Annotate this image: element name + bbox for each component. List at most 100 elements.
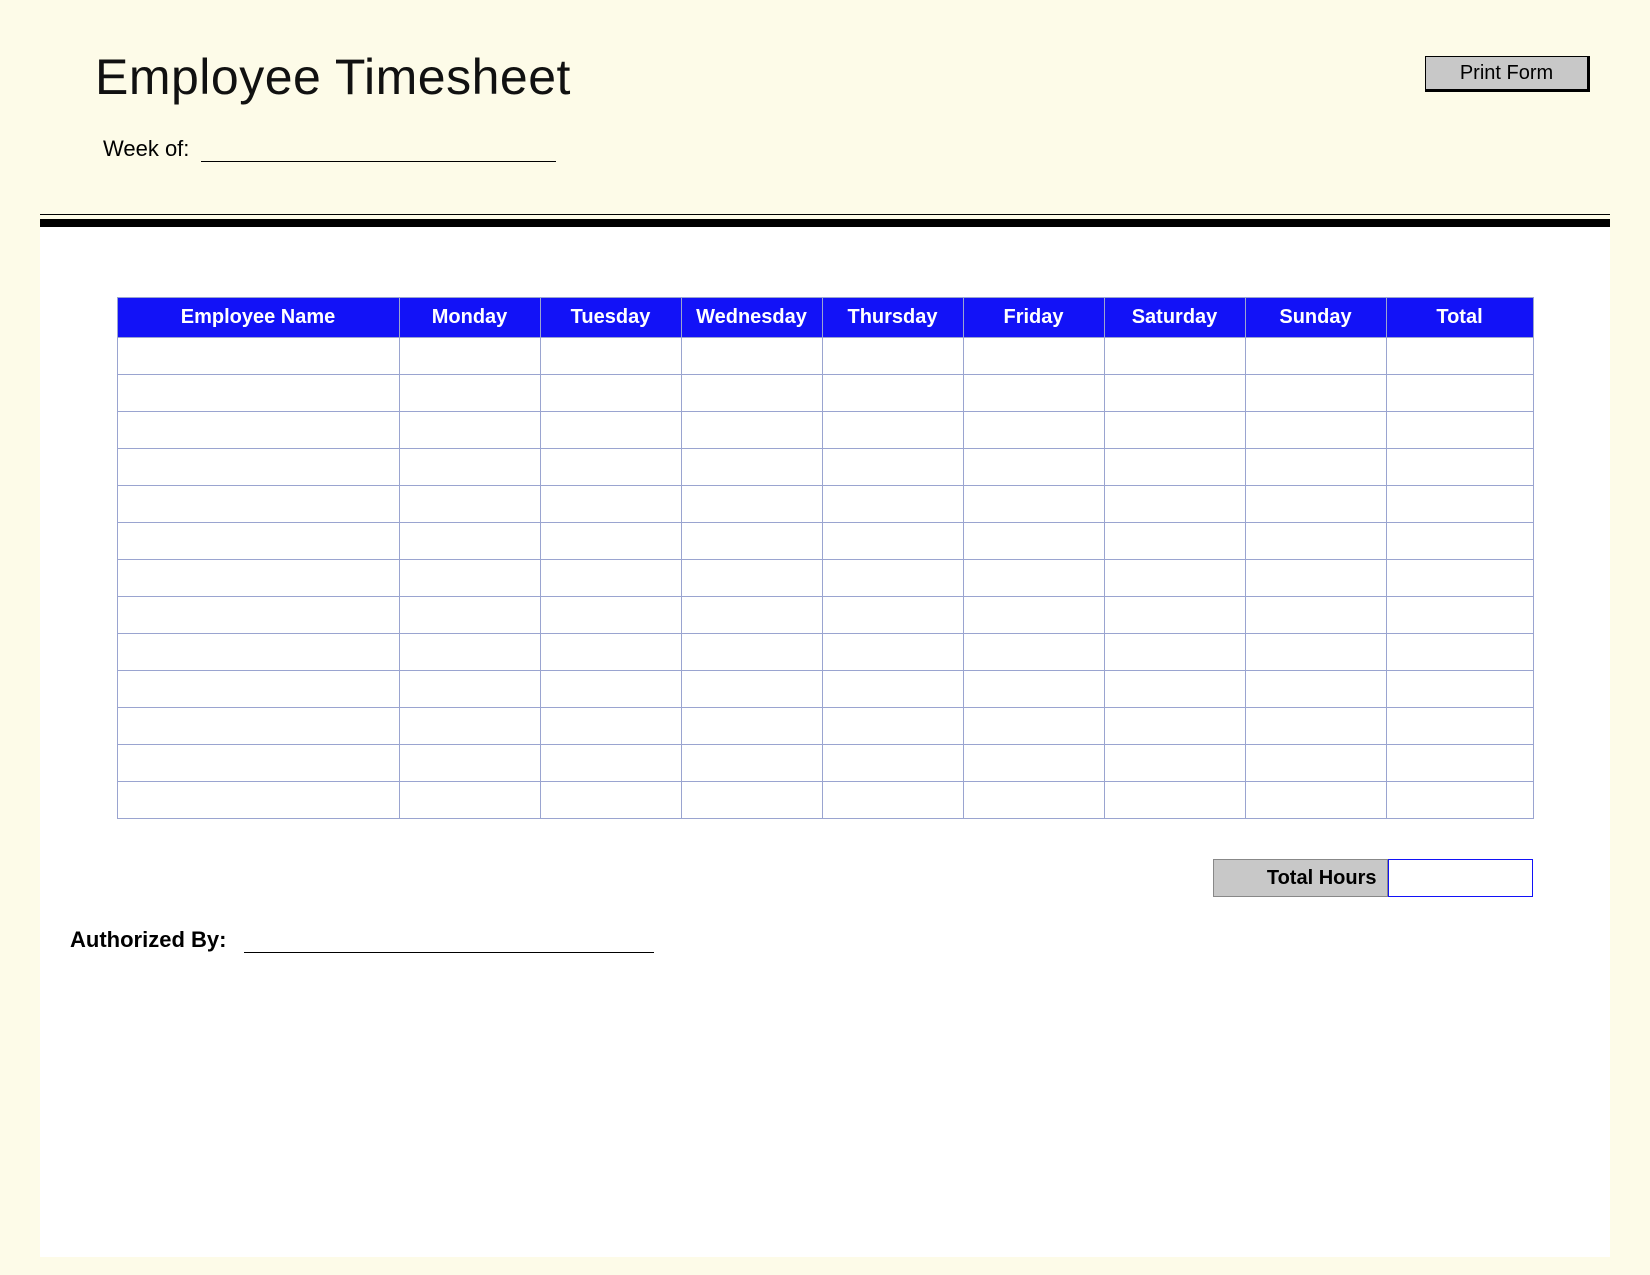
table-cell[interactable] xyxy=(963,486,1104,523)
table-cell[interactable] xyxy=(1245,486,1386,523)
table-cell[interactable] xyxy=(681,782,822,819)
table-cell[interactable] xyxy=(1245,338,1386,375)
table-cell[interactable] xyxy=(1104,671,1245,708)
table-cell[interactable] xyxy=(1386,745,1533,782)
table-cell[interactable] xyxy=(117,671,399,708)
table-cell[interactable] xyxy=(399,486,540,523)
table-cell[interactable] xyxy=(540,597,681,634)
table-cell[interactable] xyxy=(399,597,540,634)
table-cell[interactable] xyxy=(540,560,681,597)
table-cell[interactable] xyxy=(1104,449,1245,486)
table-cell[interactable] xyxy=(681,412,822,449)
table-cell[interactable] xyxy=(963,782,1104,819)
table-cell[interactable] xyxy=(117,338,399,375)
table-cell[interactable] xyxy=(963,412,1104,449)
table-cell[interactable] xyxy=(822,782,963,819)
table-cell[interactable] xyxy=(681,375,822,412)
table-cell[interactable] xyxy=(681,338,822,375)
table-cell[interactable] xyxy=(1104,523,1245,560)
table-cell[interactable] xyxy=(1104,338,1245,375)
table-cell[interactable] xyxy=(540,782,681,819)
table-cell[interactable] xyxy=(1104,708,1245,745)
table-cell[interactable] xyxy=(1245,449,1386,486)
table-cell[interactable] xyxy=(822,634,963,671)
table-cell[interactable] xyxy=(540,708,681,745)
table-cell[interactable] xyxy=(1386,375,1533,412)
table-cell[interactable] xyxy=(963,449,1104,486)
table-cell[interactable] xyxy=(963,671,1104,708)
table-cell[interactable] xyxy=(963,560,1104,597)
table-cell[interactable] xyxy=(1386,634,1533,671)
table-cell[interactable] xyxy=(1386,523,1533,560)
table-cell[interactable] xyxy=(1104,375,1245,412)
table-cell[interactable] xyxy=(540,412,681,449)
table-cell[interactable] xyxy=(1245,782,1386,819)
table-cell[interactable] xyxy=(681,449,822,486)
table-cell[interactable] xyxy=(681,745,822,782)
table-cell[interactable] xyxy=(117,375,399,412)
table-cell[interactable] xyxy=(117,486,399,523)
table-cell[interactable] xyxy=(117,449,399,486)
weekof-input[interactable] xyxy=(201,138,556,162)
table-cell[interactable] xyxy=(399,634,540,671)
table-cell[interactable] xyxy=(540,523,681,560)
table-cell[interactable] xyxy=(681,708,822,745)
table-cell[interactable] xyxy=(681,486,822,523)
table-cell[interactable] xyxy=(1104,560,1245,597)
table-cell[interactable] xyxy=(117,412,399,449)
table-cell[interactable] xyxy=(117,708,399,745)
table-cell[interactable] xyxy=(1104,782,1245,819)
table-cell[interactable] xyxy=(399,449,540,486)
table-cell[interactable] xyxy=(540,375,681,412)
table-cell[interactable] xyxy=(540,486,681,523)
table-cell[interactable] xyxy=(1104,745,1245,782)
table-cell[interactable] xyxy=(540,745,681,782)
table-cell[interactable] xyxy=(1104,634,1245,671)
table-cell[interactable] xyxy=(822,486,963,523)
table-cell[interactable] xyxy=(1245,375,1386,412)
table-cell[interactable] xyxy=(399,375,540,412)
table-cell[interactable] xyxy=(963,708,1104,745)
table-cell[interactable] xyxy=(1104,412,1245,449)
table-cell[interactable] xyxy=(822,708,963,745)
table-cell[interactable] xyxy=(822,375,963,412)
total-hours-input[interactable] xyxy=(1388,859,1533,897)
table-cell[interactable] xyxy=(1245,412,1386,449)
table-cell[interactable] xyxy=(963,338,1104,375)
table-cell[interactable] xyxy=(681,560,822,597)
table-cell[interactable] xyxy=(963,634,1104,671)
table-cell[interactable] xyxy=(399,708,540,745)
table-cell[interactable] xyxy=(117,523,399,560)
table-cell[interactable] xyxy=(1386,782,1533,819)
table-cell[interactable] xyxy=(822,338,963,375)
table-cell[interactable] xyxy=(822,560,963,597)
table-cell[interactable] xyxy=(540,449,681,486)
print-form-button[interactable]: Print Form xyxy=(1425,56,1590,92)
table-cell[interactable] xyxy=(399,671,540,708)
table-cell[interactable] xyxy=(1386,338,1533,375)
table-cell[interactable] xyxy=(1386,412,1533,449)
table-cell[interactable] xyxy=(399,523,540,560)
table-cell[interactable] xyxy=(1104,486,1245,523)
table-cell[interactable] xyxy=(1245,634,1386,671)
table-cell[interactable] xyxy=(681,634,822,671)
table-cell[interactable] xyxy=(1245,523,1386,560)
table-cell[interactable] xyxy=(1245,745,1386,782)
table-cell[interactable] xyxy=(963,597,1104,634)
table-cell[interactable] xyxy=(1386,671,1533,708)
table-cell[interactable] xyxy=(399,560,540,597)
table-cell[interactable] xyxy=(822,597,963,634)
table-cell[interactable] xyxy=(1386,708,1533,745)
table-cell[interactable] xyxy=(399,782,540,819)
table-cell[interactable] xyxy=(117,782,399,819)
table-cell[interactable] xyxy=(963,523,1104,560)
table-cell[interactable] xyxy=(399,412,540,449)
table-cell[interactable] xyxy=(1386,560,1533,597)
table-cell[interactable] xyxy=(117,634,399,671)
table-cell[interactable] xyxy=(1104,597,1245,634)
table-cell[interactable] xyxy=(1245,708,1386,745)
table-cell[interactable] xyxy=(822,412,963,449)
table-cell[interactable] xyxy=(822,523,963,560)
table-cell[interactable] xyxy=(681,597,822,634)
table-cell[interactable] xyxy=(117,560,399,597)
